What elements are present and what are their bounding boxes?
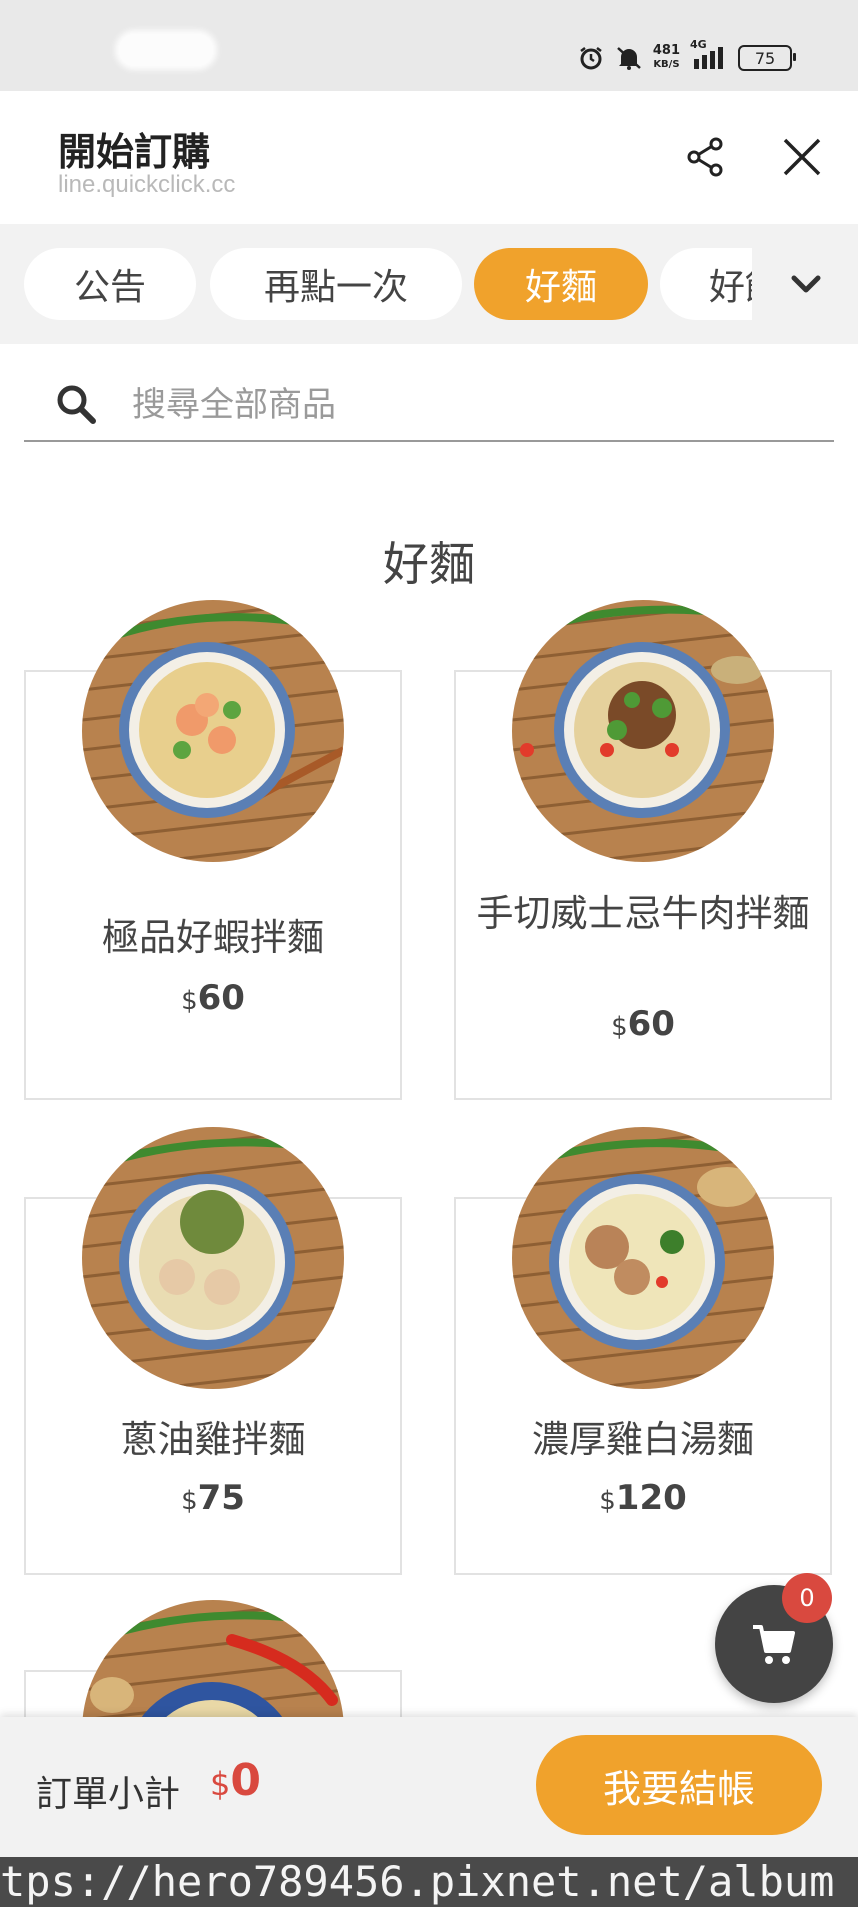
tab-announcement[interactable]: 公告 [24, 248, 196, 320]
product-image [82, 1127, 344, 1389]
cart-count-badge: 0 [782, 1573, 832, 1623]
currency-symbol: $ [210, 1765, 231, 1803]
network-type: 4G [690, 38, 707, 51]
chevron-down-icon[interactable] [786, 264, 826, 304]
checkout-button[interactable]: 我要結帳 [536, 1735, 822, 1835]
blurred-carrier-name [115, 30, 217, 70]
search-icon [54, 382, 98, 426]
watermark-url: tps://hero789456.pixnet.net/album [0, 1857, 858, 1907]
cart-icon [751, 1621, 797, 1667]
product-name: 手切威士忌牛肉拌麵 [476, 892, 810, 935]
currency-symbol: $ [181, 1486, 198, 1516]
search-input[interactable] [130, 378, 814, 432]
speed-value: 481 [652, 43, 680, 58]
checkout-bar: 訂單小計 $0 我要結帳 [0, 1717, 858, 1857]
product-name: 蔥油雞拌麵 [120, 1418, 306, 1461]
battery-indicator: 75 [738, 45, 796, 71]
price-value: 60 [627, 1004, 675, 1044]
currency-symbol: $ [599, 1486, 616, 1516]
product-image [82, 600, 344, 862]
subtotal-label: 訂單小計 [36, 1774, 181, 1815]
search-bar [24, 370, 834, 442]
price-value: 75 [197, 1478, 245, 1518]
app-header: 開始訂購 line.quickclick.cc [0, 91, 858, 224]
tab-reorder[interactable]: 再點一次 [210, 248, 462, 320]
product-name: 極品好蝦拌麵 [102, 916, 324, 959]
subtotal-amount: $0 [210, 1755, 261, 1806]
category-tabs: 公告 再點一次 好麵 好飯 [0, 224, 858, 344]
price-value: 60 [197, 978, 245, 1018]
close-icon[interactable] [780, 135, 824, 179]
product-price: $60 [454, 1004, 832, 1044]
product-image [512, 600, 774, 862]
price-value: 120 [615, 1478, 687, 1518]
product-price: $120 [454, 1478, 832, 1518]
tab-noodles[interactable]: 好麵 [474, 248, 648, 320]
section-title: 好麵 [383, 537, 475, 591]
product-name: 濃厚雞白湯麵 [532, 1418, 754, 1461]
share-icon[interactable] [683, 135, 727, 179]
subtotal-value: 0 [230, 1755, 261, 1806]
mute-icon [615, 44, 643, 72]
currency-symbol: $ [611, 1012, 628, 1042]
status-bar: 481 KB/S 4G 75 [0, 0, 858, 91]
network-speed: 481 KB/S [653, 44, 680, 72]
product-price: $75 [24, 1478, 402, 1518]
speed-unit: KB/S [653, 59, 680, 70]
currency-symbol: $ [181, 986, 198, 1016]
alarm-icon [577, 44, 605, 72]
signal-icon: 4G [690, 38, 728, 72]
page-title: 開始訂購 [58, 130, 211, 174]
product-price: $60 [24, 978, 402, 1018]
product-image [512, 1127, 774, 1389]
page-url: line.quickclick.cc [58, 171, 236, 198]
status-icons: 481 KB/S 4G 75 [577, 38, 796, 78]
